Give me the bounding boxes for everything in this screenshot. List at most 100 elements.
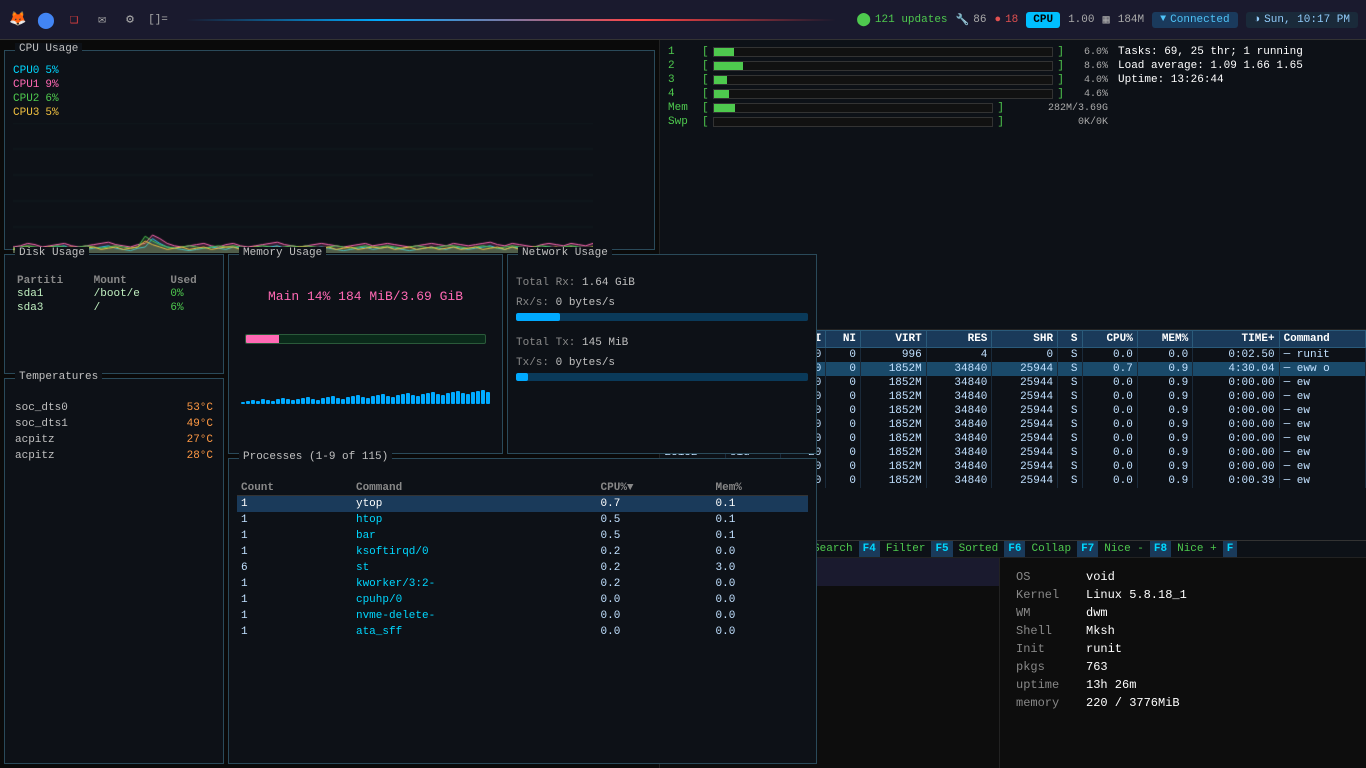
memory-sparkline-bar xyxy=(481,390,485,404)
memory-sparkline-bar xyxy=(426,393,430,404)
sysinfo-pkgs: pkgs 763 xyxy=(1016,660,1350,674)
memory-sparkline-bar xyxy=(346,397,350,404)
connected-icon: ▼ xyxy=(1160,14,1166,25)
htop-mem-bar-row: Mem [ ] 282M/3.69G xyxy=(668,102,1108,114)
network-rx-info: Total Rx: 1.64 GiB xyxy=(516,277,808,289)
memory-sparkline-bar xyxy=(431,392,435,404)
disk-col-mount: Mount xyxy=(90,275,167,287)
network-title: Network Usage xyxy=(518,247,612,259)
htop-cpu-bars: 1 [ ] 6.0% 2 [ ] 8.6% 3 [ ] 4.0% 4 [ ] 4… xyxy=(668,46,1108,130)
temp-row: soc_dts053°C xyxy=(15,401,213,415)
memory-sparkline-bar xyxy=(406,393,410,404)
network-usage-panel: Network Usage Total Rx: 1.64 GiB Rx/s: 0… xyxy=(507,254,817,454)
htop-bar-fill xyxy=(714,90,730,98)
temp-row: soc_dts149°C xyxy=(15,417,213,431)
process-row[interactable]: 1 ytop 0.7 0.1 xyxy=(237,496,808,513)
processes-title: Processes (1-9 of 115) xyxy=(239,451,392,463)
process-row[interactable]: 1 nvme-delete- 0.0 0.0 xyxy=(237,608,808,624)
memory-sparkline-bar xyxy=(486,392,490,404)
sysinfo-memory: memory 220 / 3776MiB xyxy=(1016,696,1350,710)
process-row[interactable]: 6 st 0.2 3.0 xyxy=(237,560,808,576)
memory-sparkline-bar xyxy=(446,393,450,404)
cpu-usage-title: CPU Usage xyxy=(15,43,82,55)
network-rxs-info: Rx/s: 0 bytes/s xyxy=(516,297,808,309)
process-row[interactable]: 1 ata_sff 0.0 0.0 xyxy=(237,624,808,640)
process-row[interactable]: 1 cpuhp/0 0.0 0.0 xyxy=(237,592,808,608)
htop-bar-bg xyxy=(713,75,1054,85)
pocket-icon[interactable]: ❑ xyxy=(64,10,84,30)
memory-sparkline-bar xyxy=(356,395,360,404)
disk-col-used: Used xyxy=(166,275,215,287)
datetime-badge: ◑ Sun, 10:17 PM xyxy=(1246,12,1358,28)
temperatures-panel: Temperatures soc_dts053°Csoc_dts149°Cacp… xyxy=(4,378,224,764)
htop-footer-item[interactable]: F7 Nice - xyxy=(1077,541,1150,557)
mem-icon: ▦ xyxy=(1102,12,1109,27)
connected-badge: ▼ Connected xyxy=(1152,12,1237,28)
htop-swp-bar-row: Swp [ ] 0K/0K xyxy=(668,116,1108,128)
htop-bar-bg xyxy=(713,61,1054,71)
memory-sparkline-bar xyxy=(416,396,420,404)
connected-label: Connected xyxy=(1170,14,1229,26)
temperatures-title: Temperatures xyxy=(15,371,102,383)
memory-sparkline-bar xyxy=(361,397,365,404)
memory-sparkline-bar xyxy=(311,399,315,404)
firefox-icon[interactable]: 🦊 xyxy=(8,10,28,30)
sysinfo-wm: WM dwm xyxy=(1016,606,1350,620)
bottom-row: Disk Usage Partiti Mount Used sda1/boot/… xyxy=(4,254,655,764)
htop-footer-item[interactable]: F8 Nice + xyxy=(1150,541,1223,557)
process-row[interactable]: 1 ksoftirqd/0 0.2 0.0 xyxy=(237,544,808,560)
mail-icon[interactable]: ✉ xyxy=(92,10,112,30)
memory-sparkline-bar xyxy=(436,394,440,404)
processes-table: Count Command CPU%▼ Mem% 1 ytop 0.7 0.1 … xyxy=(237,481,808,640)
memory-sparkline-bar xyxy=(341,399,345,404)
memory-sparkline-bar xyxy=(381,394,385,404)
cpu-badge: CPU xyxy=(1026,12,1060,28)
htop-footer-item[interactable]: F4 Filter xyxy=(859,541,932,557)
updates-item: ⬤ 121 updates xyxy=(856,12,947,27)
memory-sparkline-bar xyxy=(271,401,275,404)
htop-bar-bg xyxy=(713,89,1054,99)
temp-table: soc_dts053°Csoc_dts149°Cacpitz27°Cacpitz… xyxy=(13,399,215,465)
process-row[interactable]: 1 bar 0.5 0.1 xyxy=(237,528,808,544)
cpu-graph-canvas xyxy=(13,123,593,253)
htop-proc-th: CPU% xyxy=(1082,331,1137,348)
memory-sparkline-bar xyxy=(391,397,395,404)
memory-sparkline-bar xyxy=(396,395,400,404)
htop-footer-item[interactable]: F6 Collap xyxy=(1004,541,1077,557)
memory-sparkline-bar xyxy=(351,396,355,404)
process-row[interactable]: 1 kworker/3:2- 0.2 0.0 xyxy=(237,576,808,592)
htop-footer-item[interactable]: F5 Sorted xyxy=(931,541,1004,557)
htop-proc-th: MEM% xyxy=(1137,331,1192,348)
network-rx-bar xyxy=(516,313,808,321)
memory-sparkline-bar xyxy=(461,393,465,404)
process-row[interactable]: 1 htop 0.5 0.1 xyxy=(237,512,808,528)
memory-sparkline-bar xyxy=(301,398,305,404)
network-txs-info: Tx/s: 0 bytes/s xyxy=(516,357,808,369)
htop-proc-th: SHR xyxy=(992,331,1058,348)
memory-sparkline-bar xyxy=(306,397,310,404)
datetime-value: Sun, 10:17 PM xyxy=(1264,14,1350,26)
htop-load: Load average: 1.09 1.66 1.65 xyxy=(1118,60,1358,72)
topbar-left: 🦊 ⬤ ❑ ✉ ⚙ []= xyxy=(8,10,846,30)
gear-icon[interactable]: ⚙ xyxy=(120,10,140,30)
cpu-usage-panel: CPU Usage CPU0 5% CPU1 9% CPU2 6% xyxy=(4,50,655,250)
sysinfo-kernel: Kernel Linux 5.8.18_1 xyxy=(1016,588,1350,602)
memory-sparkline-bar xyxy=(421,394,425,404)
htop-tasks: Tasks: 69, 25 thr; 1 running xyxy=(1118,46,1358,58)
htop-cpu-bar-row: 1 [ ] 6.0% xyxy=(668,46,1108,58)
chrome-icon[interactable]: ⬤ xyxy=(36,10,56,30)
memory-sparkline-bar xyxy=(266,400,270,404)
bracket-icon[interactable]: []= xyxy=(148,10,168,30)
memory-sparkline-bar xyxy=(246,401,250,404)
htop-proc-th: NI xyxy=(826,331,861,348)
htop-proc-th: VIRT xyxy=(861,331,927,348)
disk-tbody: sda1/boot/e0%sda3/6% xyxy=(13,287,215,315)
htop-bar-fill xyxy=(714,62,743,70)
cpu3-label: CPU3 5% xyxy=(13,107,59,119)
htop-footer-item[interactable]: F xyxy=(1223,541,1250,557)
disk-row: sda3/6% xyxy=(13,301,215,315)
memory-usage-panel: Memory Usage Main 14% 184 MiB/3.69 GiB xyxy=(228,254,503,454)
left-panel: CPU Usage CPU0 5% CPU1 9% CPU2 6% xyxy=(0,40,660,768)
cpu1-label: CPU1 9% xyxy=(13,79,59,91)
htop-mem-bar-bg xyxy=(713,103,994,113)
